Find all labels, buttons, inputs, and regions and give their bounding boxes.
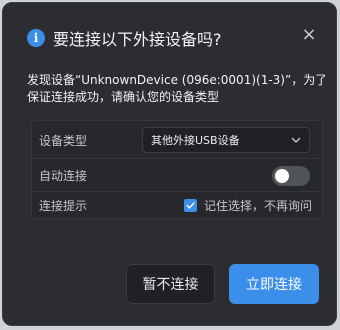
remember-choice-checkbox[interactable]: 记住选择，不再询问 [184, 197, 312, 214]
remember-choice-label: 记住选择，不再询问 [204, 199, 313, 213]
connect-now-button[interactable]: 立即连接 [229, 264, 319, 304]
toggle-knob [275, 169, 289, 183]
message-line-1: 发现设备“UnknownDevice (096e:0001)(1-3)”，为了 [27, 73, 325, 87]
checkmark-icon [184, 199, 197, 212]
settings-panel: 设备类型 其他外接USB设备 自动连接 连接提示 记住选择，不再询问 [31, 120, 323, 219]
connect-prompt-label: 连接提示 [39, 198, 88, 213]
divider [32, 158, 322, 159]
dialog-title: 要连接以下外接设备吗? [53, 30, 222, 49]
dialog-header: i 要连接以下外接设备吗? [27, 27, 222, 49]
device-type-row: 设备类型 其他外接USB设备 [32, 125, 322, 155]
device-type-value: 其他外接USB设备 [151, 134, 240, 147]
divider [32, 191, 322, 192]
cancel-button[interactable]: 暂不连接 [126, 264, 215, 304]
chevron-down-icon [291, 137, 301, 143]
usb-connect-dialog: i 要连接以下外接设备吗? × 发现设备“UnknownDevice (096e… [2, 2, 337, 326]
close-button[interactable]: × [300, 26, 318, 44]
device-type-select[interactable]: 其他外接USB设备 [142, 127, 310, 153]
device-type-label: 设备类型 [39, 133, 88, 148]
dialog-message: 发现设备“UnknownDevice (096e:0001)(1-3)”，为了 … [27, 72, 325, 106]
close-icon: × [301, 24, 317, 45]
message-line-2: 保证连接成功，请确认您的设备类型 [27, 90, 220, 104]
info-icon: i [27, 29, 45, 47]
auto-connect-toggle[interactable] [272, 166, 310, 186]
connect-prompt-row: 连接提示 记住选择，不再询问 [32, 193, 322, 217]
auto-connect-label: 自动连接 [39, 168, 88, 183]
auto-connect-row: 自动连接 [32, 162, 322, 188]
